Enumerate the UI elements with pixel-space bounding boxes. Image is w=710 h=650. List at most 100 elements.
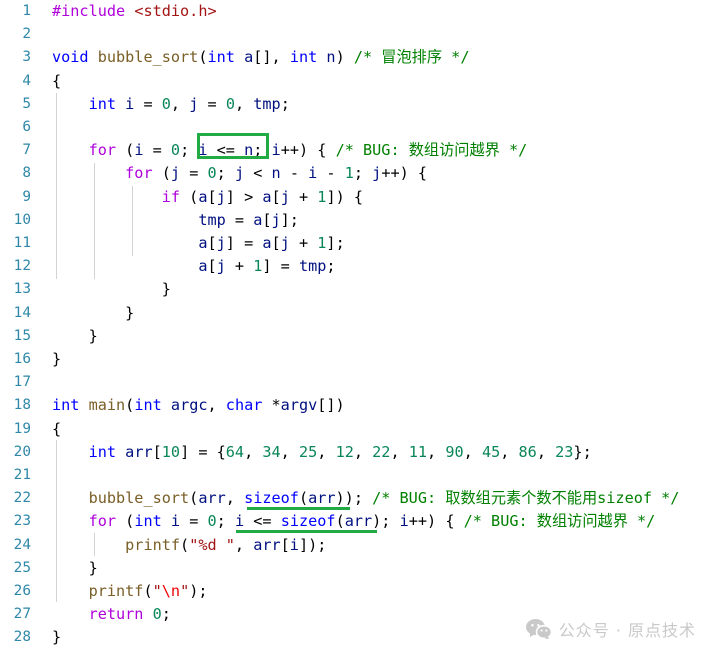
code-line[interactable]: 12 a[j + 1] = tmp;: [0, 255, 710, 278]
code-line-text[interactable]: #include <stdio.h>: [52, 0, 217, 23]
token-op: [: [152, 442, 162, 461]
token-var: i: [170, 512, 181, 531]
code-line-text[interactable]: for (int i = 0; i <= sizeof(arr); i++) {…: [52, 510, 656, 533]
token-kw: int: [88, 94, 117, 113]
token-op: ,: [234, 535, 254, 554]
token-op: ;: [161, 605, 171, 624]
token-num: 11: [408, 442, 428, 461]
token-op: [52, 234, 198, 252]
token-op: +: [225, 257, 254, 276]
code-line-text[interactable]: printf("\n");: [52, 580, 208, 603]
code-line[interactable]: 20 int arr[10] = {64, 34, 25, 12, 22, 11…: [0, 441, 710, 464]
code-line-text[interactable]: bubble_sort(arr, sizeof(arr)); /* BUG: 取…: [52, 487, 680, 510]
token-op: [162, 396, 171, 414]
token-num: 86: [518, 442, 537, 461]
token-var: n: [326, 48, 336, 67]
code-line[interactable]: 11 a[j] = a[j + 1];: [0, 232, 710, 255]
code-line-text[interactable]: int main(int argc, char *argv[]): [52, 394, 345, 417]
code-line[interactable]: 10 tmp = a[j];: [0, 209, 710, 232]
code-line[interactable]: 17: [0, 371, 710, 394]
code-line-text[interactable]: if (a[j] > a[j + 1]) {: [52, 186, 363, 209]
code-line[interactable]: 15 }: [0, 325, 710, 348]
token-op: ]) {: [326, 187, 364, 206]
code-line-text[interactable]: for (i = 0; i <= n; i++) { /* BUG: 数组访问越…: [52, 139, 528, 162]
code-line[interactable]: 4{: [0, 70, 710, 93]
code-line[interactable]: 3 void bubble_sort(int a[], int n) /* 冒泡排…: [0, 46, 710, 69]
token-op: [: [207, 234, 217, 252]
token-var: j: [216, 187, 226, 206]
token-num: 0: [170, 141, 181, 160]
line-number: 28: [13, 629, 31, 646]
token-str: ": [180, 582, 190, 600]
token-kw: int: [88, 442, 117, 461]
token-op: (: [180, 535, 190, 554]
code-line-text[interactable]: int i = 0, j = 0, tmp;: [52, 93, 290, 116]
code-line[interactable]: 7 for (i = 0; i <= n; i++) { /* BUG: 数组访…: [0, 139, 710, 162]
code-line[interactable]: 5 int i = 0, j = 0, tmp;: [0, 93, 710, 116]
code-line[interactable]: 14 }: [0, 302, 710, 325]
token-op: -: [280, 164, 309, 183]
token-str: "%d ": [189, 535, 235, 554]
code-line[interactable]: 8 for (j = 0; j < n - i - 1; j++) {: [0, 162, 710, 185]
code-line-text[interactable]: }: [52, 626, 61, 649]
code-line[interactable]: 18 int main(int argc, char *argv[]): [0, 394, 710, 417]
code-line-text[interactable]: {: [52, 70, 61, 93]
code-line-text[interactable]: void bubble_sort(int a[], int n) /* 冒泡排序…: [52, 46, 469, 69]
code-line-text[interactable]: int arr[10] = {64, 34, 25, 12, 22, 11, 9…: [52, 441, 592, 464]
code-line[interactable]: 13 }: [0, 278, 710, 301]
code-line[interactable]: 21: [0, 464, 710, 487]
token-op: ,: [353, 442, 373, 461]
code-line-text[interactable]: }: [52, 348, 61, 371]
code-line-text[interactable]: tmp = a[j];: [52, 209, 299, 232]
token-op: (: [335, 512, 345, 531]
line-number: 19: [13, 420, 31, 437]
code-line-text[interactable]: }: [52, 302, 134, 325]
code-line[interactable]: 1 #include <stdio.h>: [0, 0, 710, 23]
token-ctl: for: [88, 141, 117, 160]
code-line[interactable]: 6: [0, 116, 710, 139]
token-op: [52, 605, 89, 623]
token-ctl: for: [88, 512, 117, 531]
token-op: ;: [216, 164, 235, 183]
code-line-text[interactable]: a[j] = a[j + 1];: [52, 232, 344, 255]
token-op: ,: [500, 442, 519, 461]
token-op: ] =: [262, 257, 299, 276]
code-line[interactable]: 16}: [0, 348, 710, 371]
code-line-text[interactable]: }: [52, 278, 171, 301]
code-line[interactable]: 23 for (int i = 0; i <= sizeof(arr); i++…: [0, 510, 710, 533]
token-cmt: /* 冒泡排序 */: [353, 48, 470, 67]
token-var: a: [262, 234, 272, 252]
token-kw: int: [207, 48, 235, 67]
token-var: argv: [280, 396, 318, 415]
code-line-text[interactable]: return 0;: [52, 603, 171, 626]
token-op: ] =: [225, 234, 263, 252]
code-line-text[interactable]: }: [52, 557, 98, 580]
token-op: ++) {: [408, 512, 464, 531]
line-number: 17: [13, 374, 31, 391]
token-var: j: [271, 210, 281, 229]
code-line[interactable]: 19 {: [0, 418, 710, 441]
token-var: tmp: [198, 210, 226, 229]
token-pre: #include: [52, 2, 126, 20]
code-line-text[interactable]: {: [52, 418, 61, 441]
token-op: [: [207, 187, 217, 206]
token-op: ] >: [225, 187, 263, 206]
token-op: <=: [244, 512, 281, 531]
code-line-text[interactable]: }: [52, 325, 98, 348]
code-line[interactable]: 24 printf("%d ", arr[i]);: [0, 534, 710, 557]
token-op: ;: [326, 257, 336, 276]
line-number: 3: [22, 49, 31, 66]
code-line[interactable]: 2: [0, 23, 710, 46]
code-area[interactable]: 1 #include <stdio.h> 2 3 void bubble_sort(in…: [0, 0, 710, 649]
code-line[interactable]: 25 }: [0, 557, 710, 580]
code-line[interactable]: 22 bubble_sort(arr, sizeof(arr)); /* BUG…: [0, 487, 710, 510]
token-num: 22: [372, 442, 391, 461]
code-line[interactable]: 9 if (a[j] > a[j + 1]) {: [0, 186, 710, 209]
token-op: [52, 489, 89, 507]
token-op: }: [52, 280, 171, 299]
token-num: 0: [161, 94, 171, 113]
code-line[interactable]: 26 printf("\n");: [0, 580, 710, 603]
token-op: }: [52, 558, 98, 577]
code-line-text[interactable]: for (j = 0; j < n - i - 1; j++) {: [52, 162, 427, 185]
token-op: [52, 188, 162, 206]
